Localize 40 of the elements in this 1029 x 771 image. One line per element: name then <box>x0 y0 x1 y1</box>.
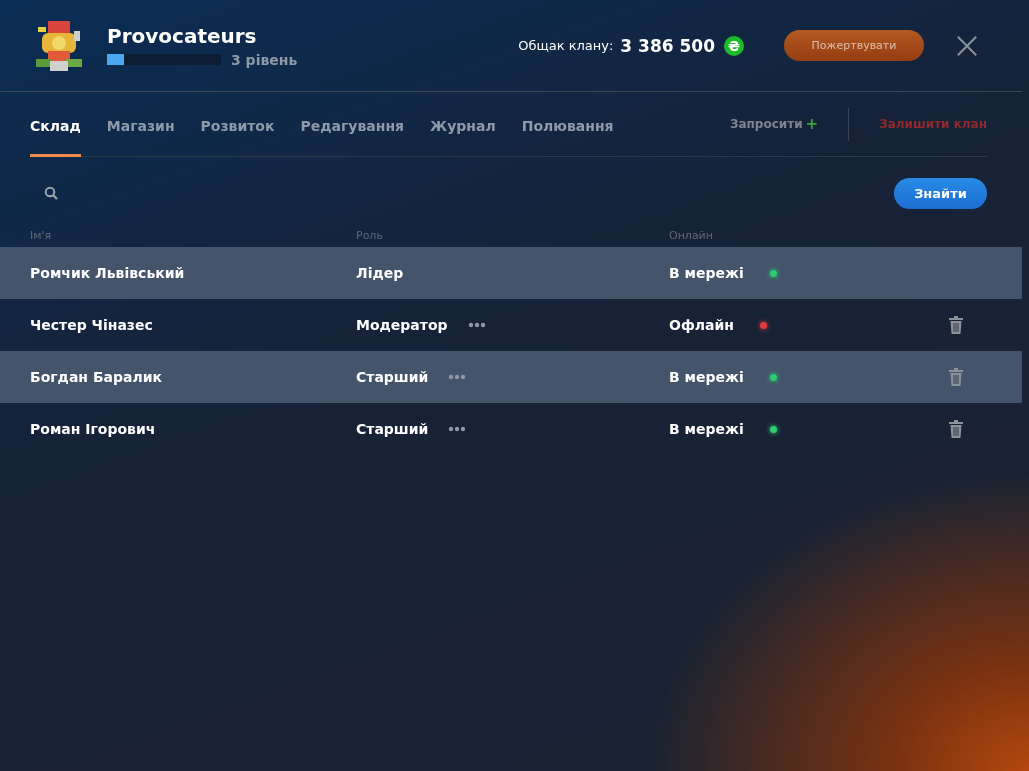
donate-button[interactable]: Пожертвувати <box>784 30 924 61</box>
more-icon[interactable] <box>448 374 467 380</box>
close-icon[interactable] <box>956 34 978 57</box>
member-role: Старший <box>356 369 429 385</box>
table-row[interactable]: Роман Ігорович Старший В мережі <box>0 403 1022 455</box>
column-header: Онлайн <box>669 229 713 244</box>
more-icon[interactable] <box>448 426 467 432</box>
tab[interactable]: Магазин <box>106 92 175 157</box>
member-name: Роман Ігорович <box>30 421 157 437</box>
online-status: Офлайн <box>669 317 734 333</box>
table-row[interactable]: Богдан Баралик Старший В мережі <box>0 351 1022 403</box>
level-label: 3 рівень <box>231 51 298 68</box>
invite-link[interactable]: Запросити + <box>729 115 819 133</box>
member-role: Модератор <box>356 317 448 333</box>
currency-badge: ₴ <box>724 35 744 56</box>
online-status: В мережі <box>669 421 744 437</box>
tab[interactable]: Редагування <box>300 92 405 157</box>
online-status: В мережі <box>669 369 744 385</box>
find-button[interactable]: Знайти <box>894 177 987 209</box>
online-status: В мережі <box>669 265 744 281</box>
column-header: Ім'я <box>30 229 53 244</box>
tab[interactable]: Розвиток <box>200 92 275 157</box>
table-row[interactable]: Честер Чіназес Модератор Офлайн <box>0 299 1022 351</box>
more-icon[interactable] <box>467 322 486 328</box>
member-role: Старший <box>356 421 429 437</box>
member-role: Лідер <box>356 265 404 281</box>
tab[interactable]: Полювання <box>521 92 614 157</box>
member-name: Богдан Баралик <box>30 369 164 385</box>
member-name: Честер Чіназес <box>30 317 154 333</box>
member-name: Ромчик Львівський <box>30 265 186 281</box>
treasury-label: Общак клану: <box>518 38 614 53</box>
treasury-amount: 3 386 500 <box>620 35 715 56</box>
tab[interactable]: Журнал <box>430 92 496 157</box>
search-icon[interactable] <box>44 186 58 200</box>
tab[interactable]: Склад <box>30 92 81 157</box>
table-row[interactable]: Ромчик Львівський Лідер В мережі <box>0 247 1022 299</box>
clan-name: Provocateurs <box>107 23 258 48</box>
column-header: Роль <box>356 229 384 244</box>
trash-icon[interactable] <box>949 420 963 438</box>
trash-icon[interactable] <box>949 316 963 334</box>
